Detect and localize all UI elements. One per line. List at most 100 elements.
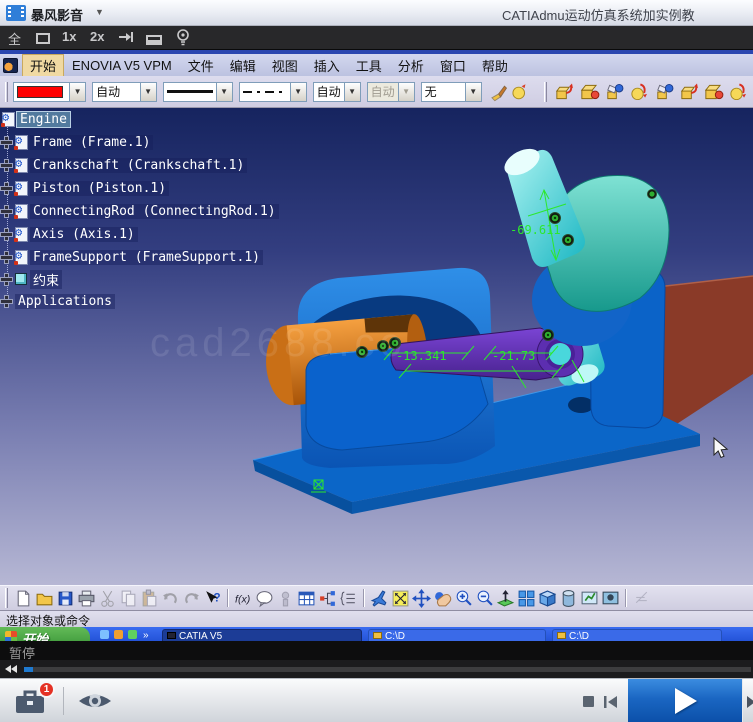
dropdown-arrow-icon[interactable]: ▼ bbox=[69, 83, 85, 101]
scale-1x-button[interactable]: 1x bbox=[62, 29, 76, 44]
multi-view-icon[interactable] bbox=[517, 589, 536, 608]
normal-view-icon[interactable] bbox=[496, 589, 515, 608]
dmu-icon-5[interactable] bbox=[654, 81, 675, 103]
expander-icon[interactable] bbox=[1, 137, 12, 148]
menu-help[interactable]: 帮助 bbox=[474, 54, 516, 77]
scale-2x-button[interactable]: 2x bbox=[90, 29, 104, 44]
window-mode-button[interactable] bbox=[36, 32, 50, 47]
3d-viewport[interactable]: -69.611 -13.341 -21.73 cad2688.co bbox=[0, 108, 753, 585]
next-button[interactable] bbox=[742, 679, 753, 722]
stop-button[interactable] bbox=[583, 696, 594, 707]
tree-item-constraints[interactable]: 约束 bbox=[1, 270, 62, 288]
menu-start[interactable]: 开始 bbox=[22, 54, 64, 77]
menu-tools[interactable]: 工具 bbox=[348, 54, 390, 77]
tree-item-crankschaft[interactable]: Crankschaft (Crankschaft.1) bbox=[1, 156, 247, 174]
tree-item-connectingrod[interactable]: ConnectingRod (ConnectingRod.1) bbox=[1, 202, 279, 220]
dmu-icon-8[interactable] bbox=[728, 81, 749, 103]
fill-color-dropdown[interactable]: ▼ bbox=[13, 82, 86, 102]
quicklaunch-more-icon[interactable]: » bbox=[143, 630, 152, 639]
eye-protect-button[interactable] bbox=[76, 688, 114, 714]
named-view-icon[interactable] bbox=[580, 589, 599, 608]
light-adjust-button[interactable] bbox=[176, 29, 190, 49]
expander-icon[interactable] bbox=[1, 229, 12, 240]
structure-icon[interactable] bbox=[318, 589, 337, 608]
dash-type-dropdown[interactable]: ▼ bbox=[239, 82, 307, 102]
tree-item-frame[interactable]: Frame (Frame.1) bbox=[1, 133, 153, 151]
menu-view[interactable]: 视图 bbox=[264, 54, 306, 77]
opacity-dropdown[interactable]: 自动▼ bbox=[92, 82, 157, 102]
video-frame-catia[interactable]: 开始 ENOVIA V5 VPM 文件 编辑 视图 插入 工具 分析 窗口 帮助… bbox=[0, 50, 753, 641]
dropdown-arrow-icon[interactable]: ▼ bbox=[140, 83, 156, 101]
dropdown-arrow-icon[interactable]: ▼ bbox=[465, 83, 481, 101]
dropdown-arrow-icon[interactable]: ▼ bbox=[216, 83, 232, 101]
menu-insert[interactable]: 插入 bbox=[306, 54, 348, 77]
menu-edit[interactable]: 编辑 bbox=[222, 54, 264, 77]
dropdown-arrow-icon[interactable]: ▼ bbox=[344, 83, 360, 101]
print-icon[interactable] bbox=[77, 589, 96, 608]
dmu-icon-4[interactable] bbox=[629, 81, 650, 103]
list-icon[interactable] bbox=[339, 589, 358, 608]
iso-view-icon[interactable] bbox=[538, 589, 557, 608]
menu-window[interactable]: 窗口 bbox=[432, 54, 474, 77]
tree-item-engine[interactable]: Engine bbox=[2, 110, 70, 128]
expander-icon[interactable] bbox=[1, 274, 12, 285]
quicklaunch-icon[interactable] bbox=[128, 630, 137, 639]
toolbar-grip[interactable] bbox=[5, 82, 8, 102]
seek-bar[interactable] bbox=[24, 667, 751, 672]
design-table-icon[interactable] bbox=[297, 589, 316, 608]
toolbar-grip[interactable] bbox=[544, 82, 547, 102]
zoom-out-icon[interactable] bbox=[475, 589, 494, 608]
dmu-icon-6[interactable] bbox=[679, 81, 700, 103]
knowledge-fx-icon[interactable] bbox=[234, 589, 253, 608]
taskbar-task-folder2[interactable]: C:\D bbox=[552, 629, 722, 641]
play-button[interactable] bbox=[628, 679, 742, 722]
dmu-icon-7[interactable] bbox=[703, 81, 724, 103]
open-icon[interactable] bbox=[35, 589, 54, 608]
tree-item-piston[interactable]: Piston (Piston.1) bbox=[1, 179, 169, 197]
save-icon[interactable] bbox=[56, 589, 75, 608]
expander-icon[interactable] bbox=[1, 252, 12, 263]
dropdown-arrow-icon[interactable]: ▼ bbox=[290, 83, 306, 101]
menu-analyze[interactable]: 分析 bbox=[390, 54, 432, 77]
cut-icon bbox=[98, 589, 117, 608]
tree-item-framesupport[interactable]: FrameSupport (FrameSupport.1) bbox=[1, 248, 263, 266]
expander-icon[interactable] bbox=[1, 160, 12, 171]
fly-mode-icon[interactable] bbox=[370, 589, 389, 608]
menu-file[interactable]: 文件 bbox=[180, 54, 222, 77]
pin-on-top-button[interactable] bbox=[118, 30, 134, 47]
wizard-ball-icon[interactable] bbox=[511, 82, 528, 102]
line-type-dropdown[interactable]: ▼ bbox=[163, 82, 233, 102]
chevron-down-icon[interactable]: ▼ bbox=[95, 7, 104, 17]
expander-icon[interactable] bbox=[1, 183, 12, 194]
annotation-icon[interactable] bbox=[255, 589, 274, 608]
previous-button[interactable] bbox=[603, 694, 619, 710]
pan-icon[interactable] bbox=[412, 589, 431, 608]
quicklaunch-icon[interactable] bbox=[100, 630, 109, 639]
expander-icon[interactable] bbox=[1, 296, 12, 307]
start-button[interactable]: 开始 bbox=[0, 627, 90, 641]
rewind-icon[interactable] bbox=[5, 665, 19, 673]
shading-view-icon[interactable] bbox=[601, 589, 620, 608]
painter-icon[interactable] bbox=[490, 82, 507, 102]
taskbar-task-catia[interactable]: CATIA V5 bbox=[162, 629, 362, 641]
quicklaunch-icon[interactable] bbox=[114, 630, 123, 639]
split-screen-button[interactable] bbox=[146, 33, 162, 48]
dmu-icon-2[interactable] bbox=[579, 81, 600, 103]
tree-item-axis[interactable]: Axis (Axis.1) bbox=[1, 225, 138, 243]
rotate-icon[interactable] bbox=[433, 589, 452, 608]
fullscreen-button[interactable]: 全 bbox=[8, 29, 21, 48]
toolbar-grip[interactable] bbox=[5, 588, 8, 608]
menu-enovia[interactable]: ENOVIA V5 VPM bbox=[64, 56, 180, 75]
dmu-icon-3[interactable] bbox=[604, 81, 625, 103]
expander-icon[interactable] bbox=[1, 206, 12, 217]
tree-item-applications[interactable]: Applications bbox=[1, 292, 115, 310]
fit-all-icon[interactable] bbox=[391, 589, 410, 608]
zoom-in-icon[interactable] bbox=[454, 589, 473, 608]
whats-this-icon[interactable] bbox=[203, 589, 222, 608]
taskbar-task-folder1[interactable]: C:\D bbox=[368, 629, 546, 641]
render-style-icon[interactable] bbox=[559, 589, 578, 608]
dmu-icon-1[interactable] bbox=[554, 81, 575, 103]
new-file-icon[interactable] bbox=[14, 589, 33, 608]
weight-dropdown[interactable]: 自动▼ bbox=[313, 82, 361, 102]
render-mode-dropdown[interactable]: 无▼ bbox=[421, 82, 482, 102]
